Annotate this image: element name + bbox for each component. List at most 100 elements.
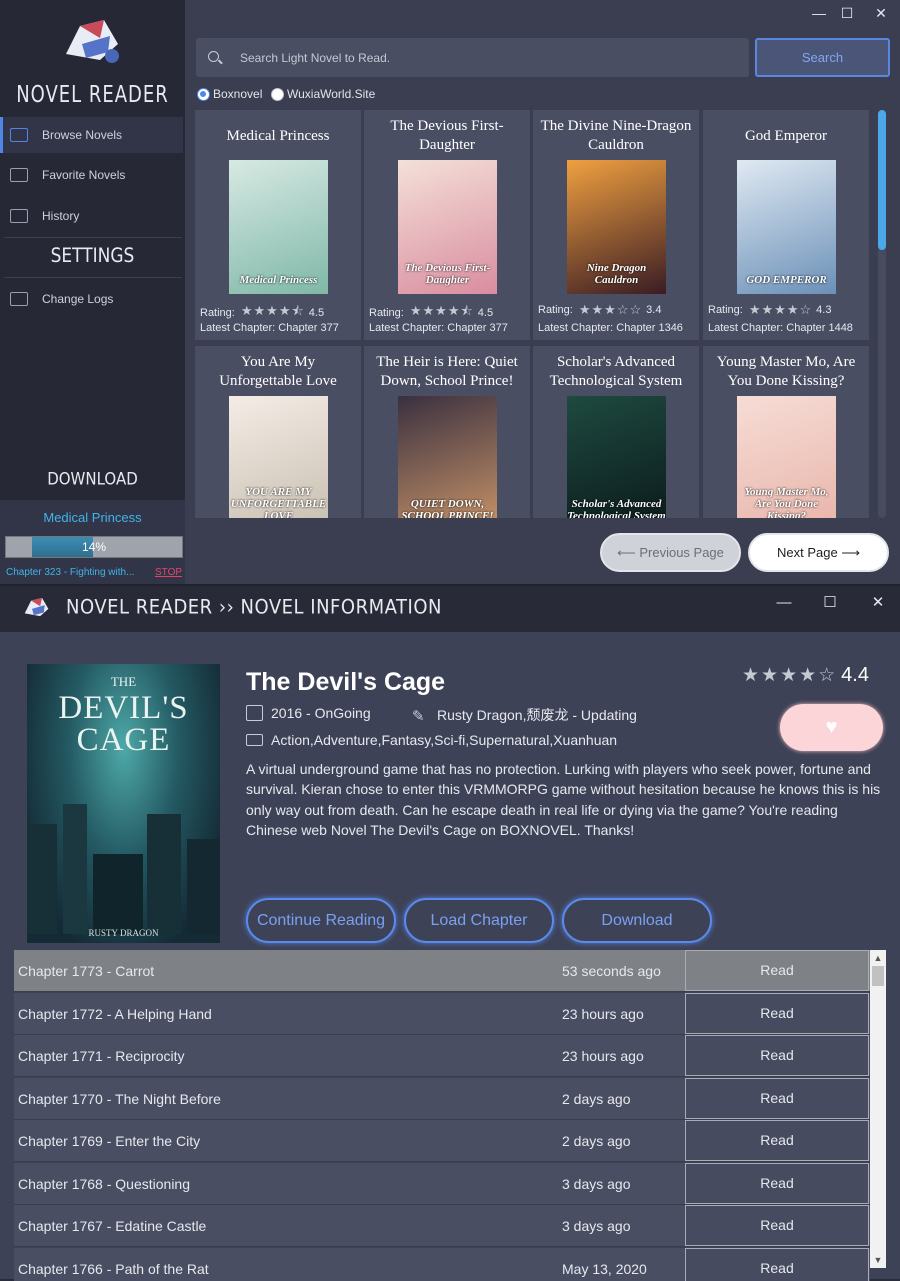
novel-card-latest-chapter: Latest Chapter: Chapter 1346: [538, 322, 683, 334]
source-radio-wuxiaworld[interactable]: WuxiaWorld.Site: [271, 87, 375, 101]
favorite-button[interactable]: ♥: [780, 704, 883, 751]
author-status-text: Rusty Dragon,颓废龙 - Updating: [437, 705, 637, 725]
novel-card[interactable]: The Divine Nine-Dragon CauldronNine Drag…: [533, 110, 699, 340]
close-button[interactable]: ✕: [871, 4, 891, 22]
chapter-name: Chapter 1767 - Edatine Castle: [18, 1218, 206, 1234]
nav-label: Favorite Novels: [42, 168, 125, 182]
novel-card[interactable]: Scholar's Advanced Technological SystemS…: [533, 346, 699, 518]
minimize-button[interactable]: —: [809, 4, 829, 22]
sidebar: NOVEL READER Browse Novels Favorite Nove…: [0, 0, 185, 584]
author-status: ✎ Rusty Dragon,颓废龙 - Updating: [412, 705, 637, 725]
novel-card-cover: GOD EMPEROR: [737, 160, 836, 294]
star-rating-icon: ★★★★☆: [742, 664, 837, 687]
read-chapter-button[interactable]: Read: [685, 1205, 869, 1246]
nav-history[interactable]: History: [0, 198, 183, 234]
chapter-time: 2 days ago: [562, 1091, 631, 1107]
chapter-row[interactable]: Chapter 1768 - Questioning3 days agoRead: [14, 1163, 870, 1205]
scrollbar-thumb[interactable]: [878, 110, 886, 250]
novel-card-rating: Rating:★★★★⯪4.5: [200, 302, 324, 324]
novel-card[interactable]: Medical PrincessMedical PrincessRating:★…: [195, 110, 361, 340]
nav-change-logs[interactable]: Change Logs: [0, 281, 183, 317]
novel-card-latest-chapter: Latest Chapter: Chapter 377: [200, 322, 339, 334]
nav-browse-novels[interactable]: Browse Novels: [0, 117, 183, 153]
previous-page-button[interactable]: ⟵ Previous Page: [600, 533, 741, 572]
divider: [4, 237, 182, 238]
novel-card-title: God Emperor: [703, 116, 869, 156]
chapter-row[interactable]: Chapter 1770 - The Night Before2 days ag…: [14, 1078, 870, 1120]
brand-title: NOVEL READER: [0, 80, 185, 108]
novel-card-cover: Medical Princess: [229, 160, 328, 294]
novel-description: A virtual underground game that has no p…: [246, 759, 882, 841]
novel-card-title: Young Master Mo, Are You Done Kissing?: [703, 352, 869, 392]
chapter-row[interactable]: Chapter 1769 - Enter the City2 days agoR…: [14, 1120, 870, 1162]
close-button[interactable]: ✕: [868, 594, 888, 612]
read-chapter-button[interactable]: Read: [685, 1248, 869, 1281]
novel-card-latest-chapter: Latest Chapter: Chapter 377: [369, 322, 508, 334]
breadcrumb: NOVEL READER ›› NOVEL INFORMATION: [66, 596, 442, 619]
novel-card[interactable]: God EmperorGOD EMPERORRating:★★★★☆4.3Lat…: [703, 110, 869, 340]
grid-scrollbar[interactable]: [878, 110, 886, 518]
nav-label: History: [42, 209, 79, 223]
scroll-up-icon[interactable]: ▲: [870, 951, 886, 965]
novel-card[interactable]: You Are My Unforgettable LoveYOU ARE MY …: [195, 346, 361, 518]
novel-info-window: NOVEL READER ›› NOVEL INFORMATION — ☐ ✕ …: [0, 584, 900, 1279]
source-radio-boxnovel[interactable]: Boxnovel: [197, 87, 262, 101]
novel-card[interactable]: The Heir is Here: Quiet Down, School Pri…: [364, 346, 530, 518]
read-chapter-button[interactable]: Read: [685, 993, 869, 1034]
search-placeholder: Search Light Novel to Read.: [240, 51, 390, 65]
cover-small-text: THE: [27, 674, 220, 690]
search-input[interactable]: Search Light Novel to Read.: [196, 38, 749, 77]
read-chapter-button[interactable]: Read: [685, 1078, 869, 1119]
chapter-name: Chapter 1772 - A Helping Hand: [18, 1006, 212, 1022]
calendar-icon: [246, 705, 263, 721]
rating-value: 4.5: [309, 307, 324, 319]
cover-text: The Devious First-Daughter: [398, 262, 497, 286]
chapter-name: Chapter 1766 - Path of the Rat: [18, 1261, 209, 1277]
chapter-row[interactable]: Chapter 1773 - Carrot53 seconds agoRead: [14, 950, 870, 992]
chapter-name: Chapter 1768 - Questioning: [18, 1176, 190, 1192]
novel-card[interactable]: Young Master Mo, Are You Done Kissing?Yo…: [703, 346, 869, 518]
maximize-button[interactable]: ☐: [837, 4, 857, 22]
heart-icon: ♥: [826, 716, 838, 738]
novel-card-title: The Divine Nine-Dragon Cauldron: [533, 116, 699, 156]
chapter-row[interactable]: Chapter 1771 - Reciprocity23 hours agoRe…: [14, 1035, 870, 1077]
minimize-button[interactable]: —: [774, 594, 794, 612]
novel-card-rating: Rating:★★★★⯪4.5: [369, 302, 493, 324]
chapter-name: Chapter 1771 - Reciprocity: [18, 1048, 185, 1064]
download-button[interactable]: Download: [562, 898, 712, 943]
next-page-button[interactable]: Next Page ⟶: [748, 533, 889, 572]
chapter-row[interactable]: Chapter 1772 - A Helping Hand23 hours ag…: [14, 993, 870, 1035]
chapter-row[interactable]: Chapter 1766 - Path of the Rat May 13, 20…: [14, 1248, 870, 1281]
novel-rating: ★★★★☆ 4.4: [742, 664, 869, 687]
genres: Action,Adventure,Fantasy,Sci-fi,Supernat…: [246, 732, 617, 748]
novel-card[interactable]: The Devious First-Daughter The Devious Fi…: [364, 110, 530, 340]
read-chapter-button[interactable]: Read: [685, 1163, 869, 1204]
novel-grid: Medical PrincessMedical PrincessRating:★…: [195, 110, 871, 518]
chapter-list-scrollbar[interactable]: ▲ ▼: [870, 950, 886, 1268]
cover-title: DEVIL'S CAGE: [27, 692, 220, 756]
novel-card-title: The Devious First-Daughter: [364, 116, 530, 156]
rating-label: Rating:: [200, 307, 235, 319]
browse-window: NOVEL READER Browse Novels Favorite Nove…: [0, 0, 900, 584]
search-button[interactable]: Search: [755, 38, 890, 77]
chapter-row[interactable]: Chapter 1767 - Edatine Castle3 days agoR…: [14, 1205, 870, 1247]
nav-label: Browse Novels: [42, 128, 122, 142]
star-rating-icon: ★★★★⯪: [410, 302, 474, 324]
stop-download-link[interactable]: STOP: [155, 567, 182, 578]
continue-reading-button[interactable]: Continue Reading: [246, 898, 396, 943]
chapter-time: May 13, 2020: [562, 1261, 647, 1277]
scroll-down-icon[interactable]: ▼: [870, 1253, 886, 1267]
app-logo: [22, 594, 52, 620]
maximize-button[interactable]: ☐: [820, 594, 840, 612]
scrollbar-thumb[interactable]: [872, 966, 884, 986]
rating-label: Rating:: [369, 307, 404, 319]
nav-favorite-novels[interactable]: Favorite Novels: [0, 157, 183, 193]
read-chapter-button[interactable]: Read: [685, 950, 869, 991]
load-chapter-button[interactable]: Load Chapter: [404, 898, 554, 943]
favorite-icon: [10, 168, 28, 182]
novel-card-cover: Young Master Mo, Are You Done Kissing?: [737, 396, 836, 518]
novel-card-cover: YOU ARE MY UNFORGETTABLE LOVE: [229, 396, 328, 518]
read-chapter-button[interactable]: Read: [685, 1120, 869, 1161]
read-chapter-button[interactable]: Read: [685, 1035, 869, 1076]
novel-card-cover: Nine Dragon Cauldron: [567, 160, 666, 294]
